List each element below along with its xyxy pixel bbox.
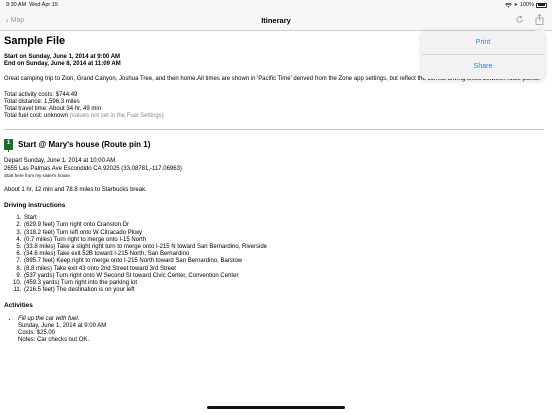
refresh-icon [516,15,523,23]
next-leg-summary: About 1 hr, 12 min and 78.8 miles to Sta… [4,186,147,193]
share-icon [535,14,544,25]
direction-step: (459.3 yards) Turn right into the parkin… [23,280,544,287]
total-activity-costs: Total activity costs: $744.49 [4,91,78,98]
divider [4,129,544,131]
share-button[interactable] [535,14,544,25]
status-time: 9:30 AM [6,2,27,8]
activity-time: Sunday, June 1, 2014 at 9:00 AM [18,322,107,329]
direction-step: (318.2 feet) Turn left onto W Citracado … [23,230,544,237]
direction-step: Start [23,215,544,222]
direction-step: (33.8 miles) Take a slight right turn to… [23,244,544,251]
menu-item-share[interactable]: Share [422,55,544,78]
driving-instructions-heading: Driving instructions [4,202,66,210]
stop-title: Start @ Mary's house (Route pin 1) [18,140,151,150]
stop-heading: 1 Start @ Mary's house (Route pin 1) [4,139,544,153]
status-date: Wed Apr 15 [29,2,58,8]
status-right: ➤ 100% [504,2,547,8]
activities-list: Fill up the car with fuel. Sunday, June … [4,316,544,345]
route-pin-icon: 1 [4,139,13,153]
status-bar: 9:30 AM Wed Apr 15 ➤ 100% [0,0,552,10]
route-pin-number: 1 [6,140,11,147]
direction-step: (629.9 feet) Turn right onto Cranston Dr [23,222,544,229]
navigation-bar: ‹ Map Itinerary [0,10,552,31]
battery-icon [536,2,547,8]
activity-cost: Costs: $25.00 [18,330,56,337]
direction-step: (34.6 miles) Take exit 52B toward I-215 … [23,251,544,258]
location-icon: ➤ [513,2,518,8]
direction-step: (895.7 feet) Keep right to merge onto I-… [23,258,544,265]
direction-step: (8.8 miles) Take exit 43 onto 2nd Street… [23,266,544,273]
total-fuel-cost-line: Total fuel cost: unknown (values not set… [4,113,544,120]
total-travel-time: Total travel time: About 34 hr, 49 min [4,106,102,113]
menu-item-print[interactable]: Print [422,31,544,54]
direction-step: (216.5 feet) The destination is on your … [23,287,544,294]
nav-actions [515,14,544,25]
wifi-icon [504,2,512,8]
fuel-cost-note: (values not set in the Fuel Settings) [69,113,164,120]
stop-address: 2655 Las Palmas Ave Escondido CA 92025 (… [4,165,182,172]
home-indicator[interactable] [207,406,345,409]
total-distance: Total distance: 1,596.3 miles [4,98,80,105]
activities-heading: Activities [4,302,33,310]
direction-step: (0.7 miles) Turn right to merge onto I-1… [23,237,544,244]
driving-instructions-list: Start (629.9 feet) Turn right onto Crans… [4,215,544,294]
direction-step: (537 yards) Turn right onto W Second St … [23,273,544,280]
total-fuel-cost: Total fuel cost: unknown [4,113,69,120]
share-popover-menu: Print Share [422,31,544,79]
activity-notes: Notes: Car checks out OK. [18,337,90,344]
activity-item: Fill up the car with fuel. Sunday, June … [18,316,544,345]
status-time-date: 9:30 AM Wed Apr 15 [6,2,58,8]
refresh-button[interactable] [515,15,524,24]
battery-percent: 100% [519,2,534,8]
stop-depart: Depart Sunday, June 1, 2014 at 10:00 AM [4,158,116,165]
activity-name: Fill up the car with fuel. [18,315,80,322]
page-title: Itinerary [261,16,291,25]
